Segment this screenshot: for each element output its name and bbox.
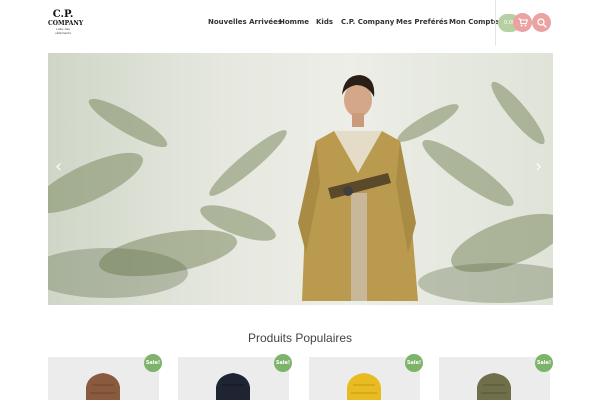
nav-item-cp-company[interactable]: C.P. Company <box>341 18 394 26</box>
hero-prev-arrow[interactable]: ‹ <box>55 158 62 176</box>
hero-next-arrow[interactable]: › <box>535 158 542 176</box>
product-image <box>216 373 250 400</box>
hero-slider[interactable]: ‹ › <box>48 53 553 305</box>
product-image <box>86 373 120 400</box>
sale-badge: Sale! <box>144 354 162 372</box>
product-card[interactable] <box>439 357 550 400</box>
nav-item-kids[interactable]: Kids <box>316 18 333 26</box>
section-title: Produits Populaires <box>247 331 353 345</box>
logo-line-2: COMPANY <box>48 20 84 27</box>
logo-line-3: Labo des vêtements <box>54 27 72 35</box>
logo-line-1: C.P. <box>52 9 74 20</box>
product-image <box>477 373 511 400</box>
search-icon <box>536 17 547 28</box>
nav-item-homme[interactable]: Homme <box>279 18 309 26</box>
brand-logo[interactable]: C.P. COMPANY Labo des vêtements <box>48 9 84 36</box>
nav-item-favorites[interactable]: Mes Preférés <box>396 18 448 26</box>
cart-button[interactable] <box>513 13 532 32</box>
product-card[interactable] <box>48 357 159 400</box>
sale-badge: Sale! <box>535 354 553 372</box>
sale-badge: Sale! <box>405 354 423 372</box>
search-button[interactable] <box>532 13 551 32</box>
nav-item-account[interactable]: Mon Compte <box>449 18 499 26</box>
cart-icon <box>518 18 528 27</box>
header-divider <box>495 0 496 46</box>
nav-item-new-arrivals[interactable]: Nouvelles Arrivées <box>208 18 282 26</box>
product-card[interactable] <box>309 357 420 400</box>
sale-badge: Sale! <box>274 354 292 372</box>
site-header: C.P. COMPANY Labo des vêtements Nouvelle… <box>0 0 600 46</box>
product-card[interactable] <box>178 357 289 400</box>
product-image <box>347 373 381 400</box>
hero-image <box>48 75 553 303</box>
